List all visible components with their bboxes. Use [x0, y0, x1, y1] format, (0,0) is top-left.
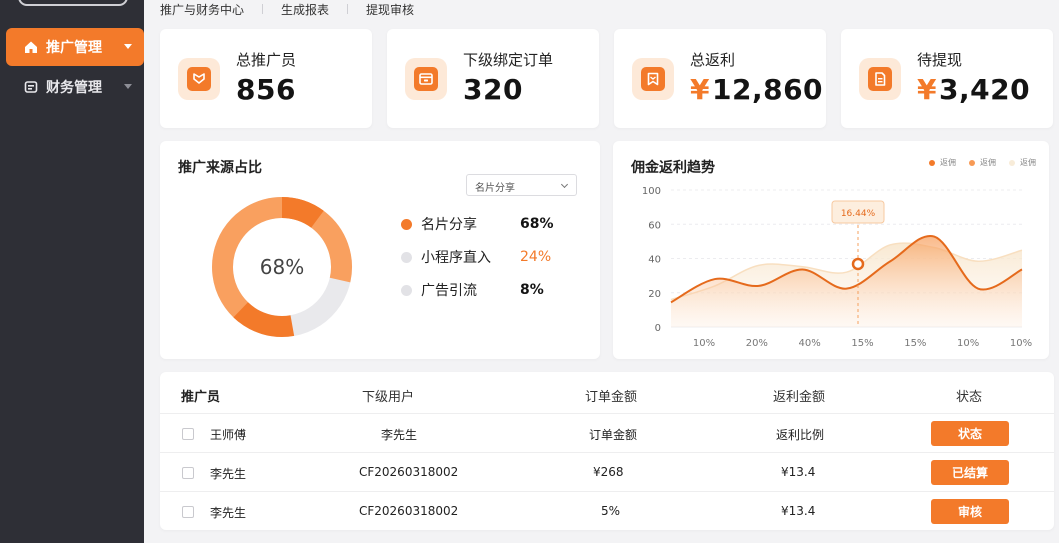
- legend-dot: [401, 251, 412, 263]
- sidebar-logo-placeholder: [18, 0, 128, 6]
- top-nav: 推广与财务中心 生成报表 提现审核: [160, 0, 432, 18]
- table-row: 李先生 CF20260318002 5% ¥13.4 审核: [160, 491, 1054, 530]
- stat-card-promoters: 总推广员 856: [160, 29, 372, 128]
- row-checkbox[interactable]: [182, 428, 194, 440]
- x-tick-label: 10%: [693, 338, 715, 349]
- stat-label: 总推广员: [236, 51, 297, 69]
- legend-item: 小程序直入 24%: [401, 247, 551, 267]
- donut-center-label: 68%: [260, 255, 304, 279]
- row-checkbox[interactable]: [182, 467, 194, 479]
- bookmark-icon: [641, 67, 665, 91]
- trend-chart: 100 60 40 20 0 10% 20% 40% 15% 15% 10% 10% 16.44%: [642, 186, 1032, 349]
- legend-item: 广告引流 8%: [401, 280, 544, 300]
- sidebar-item-label: 推广管理: [46, 40, 102, 56]
- chevron-down-icon: [124, 84, 132, 89]
- stat-icon-box: [405, 58, 447, 100]
- source-dropdown[interactable]: 名片分享: [466, 174, 577, 196]
- stat-value: 856: [236, 73, 296, 106]
- settled-button[interactable]: 已结算: [931, 460, 1009, 485]
- y-tick-label: 60: [648, 220, 661, 231]
- divider: [347, 4, 349, 14]
- legend-dot: [401, 218, 412, 230]
- badge-check-icon: [187, 67, 211, 91]
- wallet-icon: [414, 67, 438, 91]
- stat-card-bound-orders: 下级绑定订单 320: [387, 29, 599, 128]
- stat-value: ¥12,860: [690, 73, 824, 106]
- x-tick-label: 10%: [1010, 338, 1032, 349]
- status-button[interactable]: 状态: [931, 421, 1009, 446]
- stat-icon-box: [632, 58, 674, 100]
- stat-label: 下级绑定订单: [463, 51, 554, 69]
- stat-icon-box: [859, 58, 901, 100]
- x-tick-label: 10%: [957, 338, 979, 349]
- table-header-status: 状态: [956, 390, 983, 405]
- divider: [262, 4, 264, 14]
- promoter-table: 推广员 下级用户 订单金额 返利金额 状态 王师傅 李先生 订单金额 返利比例 …: [160, 372, 1054, 530]
- y-tick-label: 0: [655, 323, 661, 334]
- stat-card-total-rebate: 总返利 ¥12,860: [614, 29, 826, 128]
- topnav-item-withdraw-review[interactable]: 提现审核: [366, 1, 414, 18]
- review-button[interactable]: 审核: [931, 499, 1009, 524]
- x-tick-label: 20%: [746, 338, 768, 349]
- stat-value: 320: [463, 73, 523, 106]
- topnav-item-center[interactable]: 推广与财务中心: [160, 1, 244, 18]
- legend-item: 名片分享 68%: [401, 214, 554, 234]
- table-header-user: 下级用户: [362, 390, 415, 405]
- table-header-amount: 订单金额: [585, 390, 638, 405]
- table-header-rebate: 返利金额: [773, 390, 826, 405]
- y-tick-label: 40: [648, 255, 661, 266]
- table-row: 王师傅 李先生 订单金额 返利比例 状态: [160, 413, 1054, 452]
- x-tick-label: 15%: [904, 338, 926, 349]
- y-tick-label: 20: [648, 289, 661, 300]
- table-row: 李先生 CF20260318002 ¥268 ¥13.4 已结算: [160, 452, 1054, 491]
- legend-dot: [401, 284, 412, 296]
- highlight-point[interactable]: [851, 257, 865, 271]
- donut-chart: 68%: [212, 197, 352, 337]
- x-tick-label: 40%: [799, 338, 821, 349]
- finance-icon: [24, 80, 38, 94]
- y-tick-label: 100: [642, 186, 661, 197]
- dropdown-value: 名片分享: [475, 183, 515, 194]
- home-icon: [24, 40, 38, 54]
- x-tick-label: 15%: [851, 338, 873, 349]
- panel-title: 推广来源占比: [178, 160, 262, 176]
- stat-value: ¥3,420: [917, 73, 1031, 106]
- row-checkbox[interactable]: [182, 506, 194, 518]
- trend-panel: 佣金返利趋势 返佣 返佣 返佣 100 60 40 20 0 10% 20% 40% 15% 15…: [613, 141, 1049, 359]
- chevron-down-icon: [124, 44, 132, 49]
- document-icon: [868, 67, 892, 91]
- stat-icon-box: [178, 58, 220, 100]
- stat-label: 待提现: [917, 51, 963, 69]
- tooltip-label: 16.44%: [841, 209, 876, 219]
- chevron-down-icon: [560, 180, 569, 189]
- sidebar-item-finance[interactable]: 财务管理: [6, 68, 144, 106]
- source-panel: 推广来源占比 名片分享 68% 名片分享 68% 小程序直入 24% 广告引流 …: [160, 141, 600, 359]
- table-header-promoter: 推广员: [181, 390, 221, 405]
- sidebar: 推广管理 财务管理: [0, 0, 144, 543]
- sidebar-item-promotion[interactable]: 推广管理: [6, 28, 144, 66]
- stat-label: 总返利: [690, 51, 736, 69]
- sidebar-item-label: 财务管理: [46, 80, 102, 96]
- topnav-item-report[interactable]: 生成报表: [281, 1, 329, 18]
- stat-card-pending-withdraw: 待提现 ¥3,420: [841, 29, 1053, 128]
